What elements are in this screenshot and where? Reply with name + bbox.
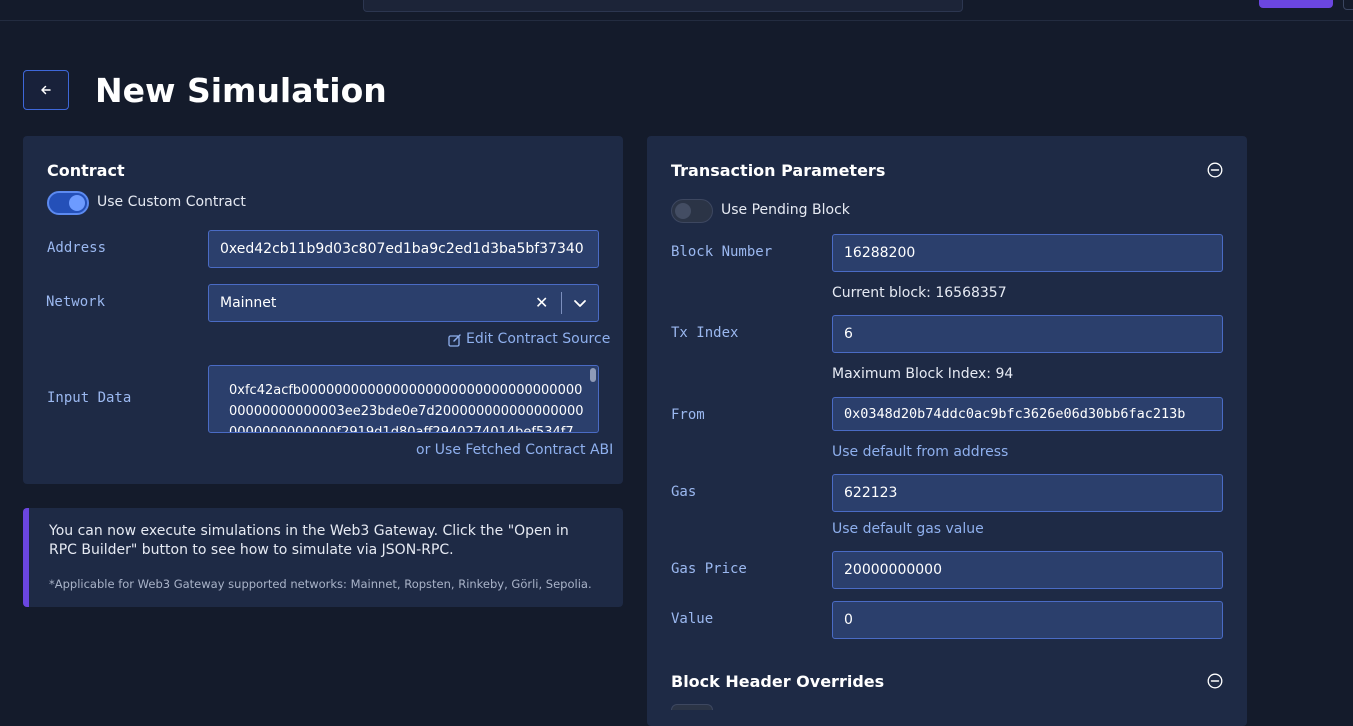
- edit-icon: [448, 334, 461, 347]
- collapse-minus-icon[interactable]: [1207, 162, 1223, 178]
- default-from-link[interactable]: Use default from address: [832, 444, 1008, 460]
- web3-gateway-notice: You can now execute simulations in the W…: [23, 508, 623, 607]
- tx-index-value: 6: [844, 326, 853, 342]
- tx-index-label: Tx Index: [671, 325, 739, 341]
- input-data-label: Input Data: [47, 390, 132, 406]
- gas-field[interactable]: 622123: [832, 474, 1223, 512]
- tx-index-field[interactable]: 6: [832, 315, 1223, 353]
- value-field[interactable]: 0: [832, 601, 1223, 639]
- notice-text: You can now execute simulations in the W…: [49, 523, 569, 558]
- gas-value: 622123: [844, 485, 898, 501]
- chevron-down-icon[interactable]: [572, 295, 588, 311]
- back-arrow-icon: [41, 85, 51, 95]
- top-edge-button[interactable]: [1343, 0, 1353, 10]
- from-value: 0x0348d20b74ddc0ac9bfc3626e06d30bb6fac21…: [844, 406, 1186, 422]
- input-data-value: 0xfc42acfb000000000000000000000000000000…: [229, 383, 584, 433]
- textarea-scrollbar[interactable]: [590, 368, 596, 382]
- fetched-abi-link[interactable]: or Use Fetched Contract ABI: [416, 442, 613, 458]
- top-search-bar[interactable]: [363, 0, 963, 12]
- use-pending-block-label: Use Pending Block: [721, 202, 850, 218]
- contract-title: Contract: [47, 161, 125, 180]
- gas-label: Gas: [671, 484, 697, 500]
- collapse-minus-icon[interactable]: [1207, 673, 1223, 689]
- edit-contract-source-link[interactable]: Edit Contract Source: [466, 331, 610, 347]
- top-action-button[interactable]: [1259, 0, 1333, 8]
- value-value: 0: [844, 612, 853, 628]
- block-header-toggle[interactable]: [671, 704, 713, 710]
- input-data-textarea[interactable]: 0xfc42acfb000000000000000000000000000000…: [208, 365, 599, 433]
- back-button[interactable]: [23, 70, 69, 110]
- current-block-text: Current block: 16568357: [832, 285, 1007, 301]
- select-divider: [561, 292, 562, 314]
- use-custom-contract-toggle[interactable]: [47, 191, 89, 215]
- address-field[interactable]: 0xed42cb11b9d03c807ed1ba9c2ed1d3ba5bf373…: [208, 230, 599, 268]
- gas-price-label: Gas Price: [671, 561, 747, 577]
- gas-price-value: 20000000000: [844, 562, 942, 578]
- use-pending-block-toggle[interactable]: [671, 199, 713, 223]
- clear-icon[interactable]: ✕: [535, 293, 548, 312]
- from-label: From: [671, 407, 705, 423]
- block-number-field[interactable]: 16288200: [832, 234, 1223, 272]
- notice-accent-bar: [23, 508, 29, 607]
- block-header-overrides-title: Block Header Overrides: [671, 672, 885, 691]
- page-title: New Simulation: [95, 71, 387, 110]
- max-block-index-text: Maximum Block Index: 94: [832, 366, 1014, 382]
- network-label: Network: [46, 294, 106, 310]
- block-number-value: 16288200: [844, 245, 916, 261]
- transaction-parameters-title: Transaction Parameters: [671, 161, 886, 180]
- notice-footnote: *Applicable for Web3 Gateway supported n…: [49, 577, 592, 591]
- value-label: Value: [671, 611, 714, 627]
- address-value: 0xed42cb11b9d03c807ed1ba9c2ed1d3ba5bf373…: [220, 241, 584, 257]
- gas-price-field[interactable]: 20000000000: [832, 551, 1223, 589]
- default-gas-link[interactable]: Use default gas value: [832, 521, 984, 537]
- use-custom-contract-label: Use Custom Contract: [97, 194, 246, 210]
- address-label: Address: [47, 240, 107, 256]
- network-value: Mainnet: [220, 295, 277, 311]
- from-field[interactable]: 0x0348d20b74ddc0ac9bfc3626e06d30bb6fac21…: [832, 397, 1223, 431]
- block-number-label: Block Number: [671, 244, 773, 260]
